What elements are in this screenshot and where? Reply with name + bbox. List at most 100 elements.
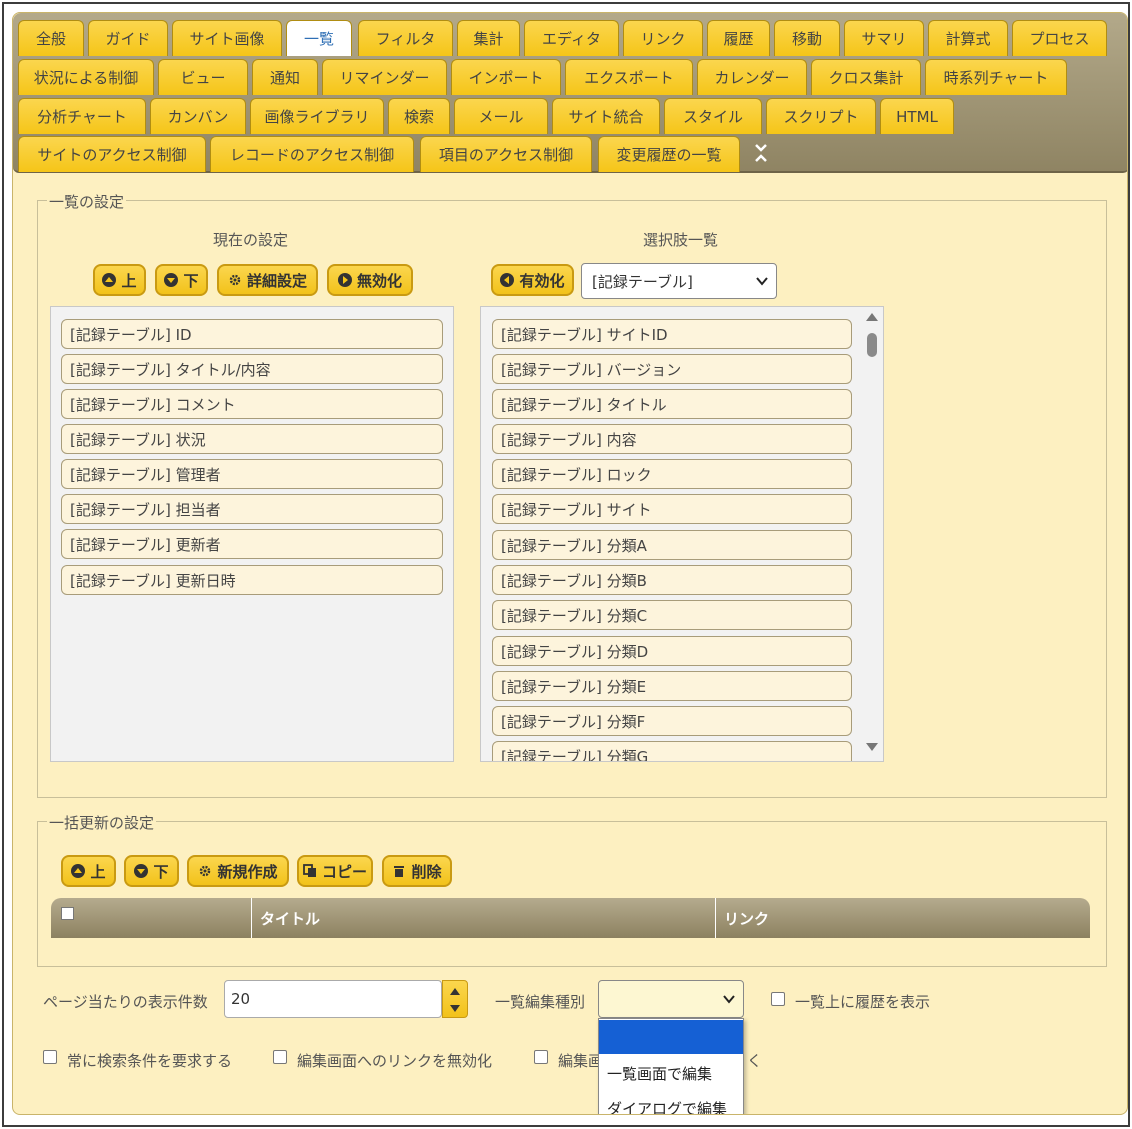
- edit-type-dropdown[interactable]: 一覧画面で編集 ダイアログで編集: [598, 1018, 744, 1115]
- enable-button[interactable]: 有効化: [491, 264, 574, 296]
- tab-column-access[interactable]: 項目のアクセス制御: [420, 136, 592, 172]
- list-item[interactable]: [記録テーブル] バージョン: [492, 354, 852, 384]
- move-down-button[interactable]: 下: [155, 264, 208, 296]
- edit-type-option-dialog[interactable]: ダイアログで編集: [599, 1091, 743, 1115]
- move-up-button[interactable]: 上: [93, 264, 146, 296]
- detail-settings-button[interactable]: 詳細設定: [217, 264, 318, 296]
- new-button[interactable]: 新規作成: [187, 855, 289, 887]
- tab-grid[interactable]: 一覧: [286, 20, 352, 56]
- partial-option-label: 編集画: [558, 1052, 604, 1070]
- trash-icon: [394, 866, 405, 877]
- stepper-down-icon[interactable]: [450, 1005, 460, 1012]
- tab-crosstab[interactable]: クロス集計: [811, 59, 921, 95]
- tab-formula[interactable]: 計算式: [928, 20, 1008, 56]
- partial-option-checkbox[interactable]: [534, 1050, 548, 1064]
- available-columns-list[interactable]: [記録テーブル] サイトID [記録テーブル] バージョン [記録テーブル] タ…: [480, 306, 884, 762]
- list-item[interactable]: [記録テーブル] 分類C: [492, 600, 852, 630]
- tab-history[interactable]: 履歴: [707, 20, 770, 56]
- tab-reminder[interactable]: リマインダー: [322, 59, 447, 95]
- tab-link[interactable]: リンク: [623, 20, 703, 56]
- tab-calendar[interactable]: カレンダー: [697, 59, 807, 95]
- list-item[interactable]: [記録テーブル] ロック: [492, 459, 852, 489]
- list-item[interactable]: [記録テーブル] 分類D: [492, 636, 852, 666]
- options-list-caption: 選択肢一覧: [643, 231, 719, 249]
- edit-type-option-grid[interactable]: 一覧画面で編集: [599, 1056, 743, 1090]
- table-select[interactable]: [記録テーブル]: [581, 263, 777, 299]
- page-size-input[interactable]: 20: [224, 980, 442, 1018]
- list-item[interactable]: [記録テーブル] 管理者: [61, 459, 443, 489]
- scrollbar-thumb[interactable]: [867, 333, 877, 357]
- list-item[interactable]: [記録テーブル] サイトID: [492, 319, 852, 349]
- stepper-up-icon[interactable]: [450, 988, 460, 995]
- arrow-down-circle-icon: [134, 864, 149, 878]
- tab-summary[interactable]: サマリ: [844, 20, 924, 56]
- bulk-move-up-button[interactable]: 上: [61, 855, 116, 887]
- list-item[interactable]: [記録テーブル] 更新日時: [61, 565, 443, 595]
- edit-type-select[interactable]: [598, 980, 744, 1018]
- tab-import[interactable]: インポート: [451, 59, 561, 95]
- require-search-checkbox[interactable]: [43, 1050, 57, 1064]
- current-columns-list[interactable]: [記録テーブル] ID [記録テーブル] タイトル/内容 [記録テーブル] コメ…: [50, 306, 454, 762]
- list-item[interactable]: [記録テーブル] 担当者: [61, 494, 443, 524]
- disable-button[interactable]: 無効化: [327, 264, 413, 296]
- list-item[interactable]: [記録テーブル] 状況: [61, 424, 443, 454]
- tab-html[interactable]: HTML: [880, 98, 954, 134]
- collapse-icon[interactable]: [753, 143, 769, 163]
- column-header-link[interactable]: リンク: [715, 898, 1090, 938]
- list-item[interactable]: [記録テーブル] 分類G: [492, 741, 852, 761]
- scroll-down-arrow-icon[interactable]: [866, 743, 878, 751]
- tab-view[interactable]: ビュー: [158, 59, 248, 95]
- current-settings-caption: 現在の設定: [213, 231, 289, 249]
- tab-mail[interactable]: メール: [454, 98, 548, 134]
- list-item[interactable]: [記録テーブル] タイトル: [492, 389, 852, 419]
- tab-general[interactable]: 全般: [18, 20, 84, 56]
- list-settings-legend: 一覧の設定: [47, 191, 127, 212]
- tab-record-access[interactable]: レコードのアクセス制御: [210, 136, 414, 172]
- tab-filter[interactable]: フィルタ: [358, 20, 453, 56]
- tab-site-access[interactable]: サイトのアクセス制御: [18, 136, 206, 172]
- list-item[interactable]: [記録テーブル] 分類A: [492, 530, 852, 560]
- tab-analysis-chart[interactable]: 分析チャート: [18, 98, 146, 134]
- list-item[interactable]: [記録テーブル] ID: [61, 319, 443, 349]
- options-scrollbar[interactable]: [862, 307, 883, 761]
- partial-option-trailing: く: [747, 1052, 763, 1070]
- settings-tab-bar: 全般 ガイド サイト画像 一覧 フィルタ 集計 エディタ リンク 履歴 移動 サ…: [13, 13, 1127, 173]
- tab-image-library[interactable]: 画像ライブラリ: [250, 98, 384, 134]
- disable-edit-link-checkbox[interactable]: [273, 1050, 287, 1064]
- tab-move[interactable]: 移動: [774, 20, 840, 56]
- list-item[interactable]: [記録テーブル] 内容: [492, 424, 852, 454]
- list-item[interactable]: [記録テーブル] コメント: [61, 389, 443, 419]
- list-item[interactable]: [記録テーブル] サイト: [492, 494, 852, 524]
- page-size-stepper[interactable]: [442, 980, 468, 1018]
- tab-site-integration[interactable]: サイト統合: [552, 98, 660, 134]
- tab-timeseries[interactable]: 時系列チャート: [925, 59, 1067, 95]
- show-history-checkbox[interactable]: [771, 992, 785, 1006]
- gear-icon: [200, 865, 211, 877]
- arrow-up-circle-icon: [102, 273, 117, 287]
- tab-kanban[interactable]: カンバン: [150, 98, 246, 134]
- list-item[interactable]: [記録テーブル] 更新者: [61, 529, 443, 559]
- tab-script[interactable]: スクリプト: [766, 98, 876, 134]
- tab-aggregation[interactable]: 集計: [457, 20, 520, 56]
- select-all-checkbox[interactable]: [61, 906, 74, 920]
- tab-notification[interactable]: 通知: [252, 59, 318, 95]
- tab-search[interactable]: 検索: [388, 98, 450, 134]
- bulk-move-down-button[interactable]: 下: [124, 855, 179, 887]
- column-header-title[interactable]: タイトル: [251, 898, 715, 938]
- tab-change-history[interactable]: 変更履歴の一覧: [598, 136, 740, 172]
- tab-style[interactable]: スタイル: [664, 98, 762, 134]
- list-item[interactable]: [記録テーブル] 分類F: [492, 706, 852, 736]
- tab-process[interactable]: プロセス: [1012, 20, 1107, 56]
- copy-button[interactable]: コピー: [297, 855, 373, 887]
- scroll-up-arrow-icon[interactable]: [866, 313, 878, 321]
- tab-export[interactable]: エクスポート: [565, 59, 693, 95]
- edit-type-option-empty[interactable]: [599, 1020, 743, 1054]
- tab-status-control[interactable]: 状況による制御: [18, 59, 154, 95]
- tab-editor[interactable]: エディタ: [524, 20, 619, 56]
- list-item[interactable]: [記録テーブル] タイトル/内容: [61, 354, 443, 384]
- tab-site-image[interactable]: サイト画像: [172, 20, 282, 56]
- list-item[interactable]: [記録テーブル] 分類B: [492, 565, 852, 595]
- list-item[interactable]: [記録テーブル] 分類E: [492, 671, 852, 701]
- delete-button[interactable]: 削除: [382, 855, 452, 887]
- tab-guide[interactable]: ガイド: [88, 20, 168, 56]
